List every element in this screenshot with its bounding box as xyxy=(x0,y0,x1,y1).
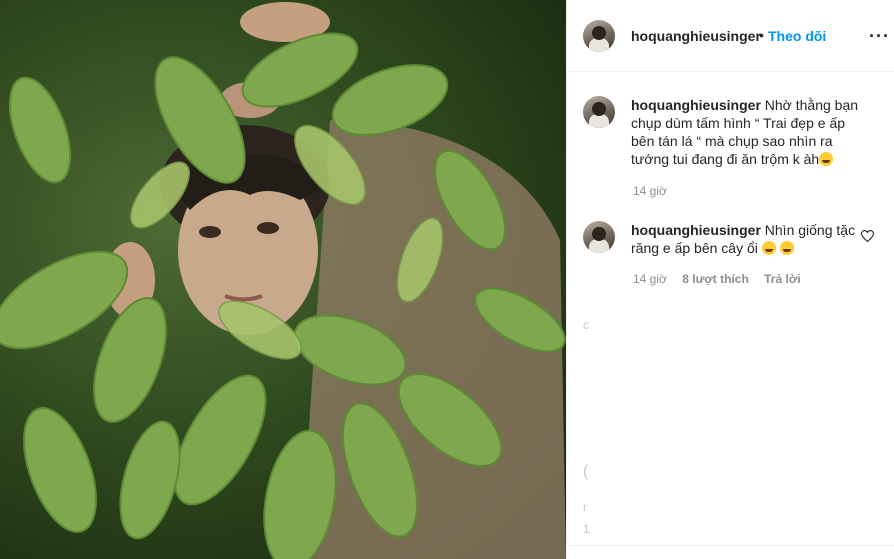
heart-icon[interactable] xyxy=(861,230,874,242)
reply-button[interactable]: Trả lời xyxy=(764,272,801,286)
photo-illustration xyxy=(0,2,566,559)
post-photo[interactable] xyxy=(0,0,566,559)
faded-element: r xyxy=(583,500,587,514)
post-details-panel: hoquanghieusinger • Theo dõi ··· hoquang… xyxy=(566,0,894,559)
comment-username[interactable]: hoquanghieusinger xyxy=(631,222,761,238)
post-header: hoquanghieusinger • Theo dõi ··· xyxy=(567,0,894,72)
caption-meta: 14 giờ xyxy=(633,184,679,198)
faded-element: c xyxy=(583,318,589,332)
comment-time[interactable]: 14 giờ xyxy=(633,272,667,286)
comment-username[interactable]: hoquanghieusinger xyxy=(631,97,761,113)
comment-likes[interactable]: 8 lượt thích xyxy=(682,272,749,286)
comment-meta: 14 giờ 8 lượt thích Trả lời xyxy=(633,272,813,286)
separator-dot: • xyxy=(759,27,764,43)
follow-button[interactable]: Theo dõi xyxy=(768,28,826,44)
header-username[interactable]: hoquanghieusinger xyxy=(631,28,761,44)
comment-time[interactable]: 14 giờ xyxy=(633,184,667,198)
avatar[interactable] xyxy=(583,20,615,52)
sweat-smile-emoji-icon xyxy=(819,152,834,166)
faded-element: ( xyxy=(583,463,589,480)
more-icon[interactable]: ··· xyxy=(869,26,890,47)
avatar[interactable] xyxy=(583,96,615,128)
comment-text: hoquanghieusinger Nhờ thằng bạn chụp dùm… xyxy=(631,96,859,168)
divider xyxy=(567,545,894,546)
avatar[interactable] xyxy=(583,221,615,253)
rofl-emoji-icon xyxy=(761,241,776,255)
comment-text: hoquanghieusinger Nhìn giống tặc răng e … xyxy=(631,221,859,257)
rofl-emoji-icon xyxy=(779,241,794,255)
faded-element: 1 xyxy=(583,522,590,536)
